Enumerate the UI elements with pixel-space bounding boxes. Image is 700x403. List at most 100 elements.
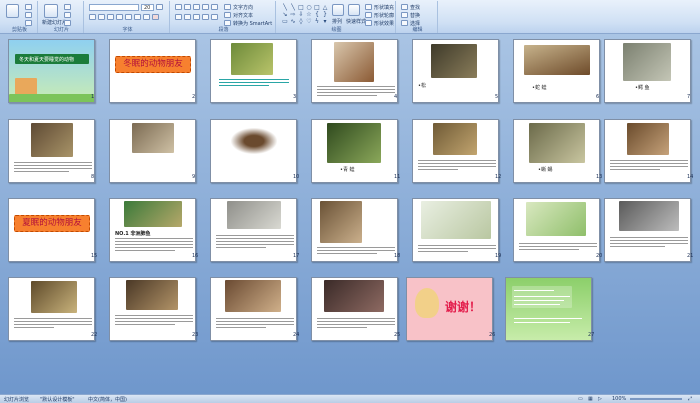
heart-shape-icon[interactable]: ♡ [305, 18, 313, 25]
slide-thumbnail-11[interactable]: •青 蛙 [311, 119, 398, 183]
slide-thumbnail-14[interactable] [604, 119, 691, 183]
slide-thumbnail-2[interactable]: 冬眠的动物朋友 [109, 39, 196, 103]
font-size-field[interactable]: 20 [141, 4, 154, 11]
italic-icon[interactable] [98, 14, 105, 20]
arrange-icon[interactable] [332, 4, 344, 16]
replace-icon[interactable] [401, 12, 408, 18]
slide-thumbnail-8[interactable] [8, 119, 95, 183]
new-slide-icon[interactable] [44, 4, 58, 18]
zoom-slider[interactable] [630, 398, 682, 400]
cut-icon[interactable] [25, 4, 32, 10]
callout-shape-icon[interactable]: ◊ [297, 18, 305, 25]
shape-outline-icon[interactable] [365, 12, 372, 18]
align-text-icon[interactable] [224, 12, 231, 18]
oval-shape-icon[interactable]: ○ [305, 4, 313, 11]
slide-thumbnail-23[interactable] [109, 277, 196, 341]
rectangle-shape-icon[interactable]: □ [297, 4, 305, 11]
line-spacing-icon[interactable] [211, 4, 218, 10]
char-spacing-icon[interactable] [134, 14, 141, 20]
shape-fill-icon[interactable] [365, 4, 372, 10]
find-button[interactable]: 查找 [410, 4, 420, 11]
wave-shape-icon[interactable]: ∿ [289, 18, 297, 25]
paste-icon[interactable] [6, 4, 19, 18]
shadow-icon[interactable] [125, 14, 132, 20]
slide-thumbnail-9[interactable] [109, 119, 196, 183]
columns-icon[interactable] [211, 14, 218, 20]
copy-icon[interactable] [25, 12, 32, 18]
text-direction-icon[interactable] [224, 4, 231, 10]
star-shape-icon[interactable]: ☆ [305, 11, 313, 18]
slide-thumbnail-18[interactable] [311, 198, 398, 262]
brace-shape-icon[interactable]: { [313, 11, 321, 18]
quick-styles-button[interactable]: 快速样式 [346, 18, 366, 25]
bullets-icon[interactable] [175, 4, 182, 10]
fit-window-icon[interactable]: ⤢ [688, 396, 692, 402]
arrow-shape-icon[interactable]: ⇨ [289, 11, 297, 18]
slide-thumbnail-27[interactable] [505, 277, 592, 341]
shape-outline-button[interactable]: 形状轮廓 [374, 12, 394, 19]
text-line [610, 160, 688, 161]
grow-font-icon[interactable] [156, 4, 163, 10]
slide-thumbnail-19[interactable] [412, 198, 499, 262]
strikethrough-icon[interactable] [116, 14, 123, 20]
align-center-icon[interactable] [184, 14, 191, 20]
text-line [14, 321, 92, 322]
layout-icon[interactable] [64, 4, 71, 10]
slide-sorter-icon[interactable]: ▦ [588, 396, 593, 402]
more-shapes-icon[interactable]: ▾ [321, 18, 329, 25]
line-shape-icon[interactable]: ╲ [281, 4, 289, 11]
slide-thumbnail-7[interactable]: •鳄 鱼 [604, 39, 691, 103]
rectangle-shape-icon[interactable]: □ [313, 4, 321, 11]
slide-thumbnail-17[interactable] [210, 198, 297, 262]
increase-indent-icon[interactable] [202, 4, 209, 10]
slide-thumbnail-25[interactable] [311, 277, 398, 341]
align-right-icon[interactable] [193, 14, 200, 20]
arrange-button[interactable]: 排列 [332, 18, 342, 25]
arrow-shape-icon[interactable]: ⇩ [297, 11, 305, 18]
find-icon[interactable] [401, 4, 408, 10]
align-text-button[interactable]: 对齐文本 [233, 12, 253, 19]
reset-icon[interactable] [64, 12, 71, 18]
font-color-icon[interactable] [152, 14, 159, 20]
rounded-rect-icon[interactable]: ▭ [281, 18, 289, 25]
slide-thumbnail-4[interactable] [311, 39, 398, 103]
slide-thumbnail-5[interactable]: •松 [412, 39, 499, 103]
slide-thumbnail-10[interactable] [210, 119, 297, 183]
slide-thumbnail-16[interactable]: NO.1 非洲肺鱼 [109, 198, 196, 262]
triangle-shape-icon[interactable]: △ [321, 4, 329, 11]
slide-thumbnail-15[interactable]: 夏眠的动物朋友 [8, 198, 95, 262]
slide-thumbnail-21[interactable] [604, 198, 691, 262]
font-name-field[interactable] [89, 4, 139, 11]
slide-sorter: 冬天和夏天要睡觉的动物 1 冬眠的动物朋友 2 3 4 •松 5 •蛇 蛙 6 … [0, 34, 700, 394]
slide-thumbnail-3[interactable] [210, 39, 297, 103]
align-left-icon[interactable] [175, 14, 182, 20]
arrow-shape-icon[interactable]: ↘ [281, 11, 289, 18]
line-shape-icon[interactable]: ╲ [289, 4, 297, 11]
slide-thumbnail-22[interactable] [8, 277, 95, 341]
numbering-icon[interactable] [184, 4, 191, 10]
slide-thumbnail-1[interactable]: 冬天和夏天要睡觉的动物 [8, 39, 95, 103]
replace-button[interactable]: 替换 [410, 12, 420, 19]
shape-fill-button[interactable]: 形状填充 [374, 4, 394, 11]
decrease-indent-icon[interactable] [193, 4, 200, 10]
lightning-shape-icon[interactable]: ϟ [313, 18, 321, 25]
normal-view-icon[interactable]: ▭ [578, 396, 583, 402]
quick-styles-icon[interactable] [348, 4, 360, 16]
slide-thumbnail-13[interactable]: •蜥 蜴 [513, 119, 600, 183]
shapes-gallery[interactable]: ╲ ╲ □ ○ □ △ ↘ ⇨ ⇩ ☆ { } ▭ ∿ ◊ ♡ ϟ ▾ [281, 4, 329, 25]
slide-thumbnail-26[interactable]: 谢谢！ [406, 277, 493, 341]
squirrel-photo [334, 42, 374, 82]
slide-thumbnail-20[interactable] [513, 198, 600, 262]
change-case-icon[interactable] [143, 14, 150, 20]
slide-number: 14 [687, 174, 694, 180]
slideshow-icon[interactable]: ▷ [598, 396, 602, 402]
brace-shape-icon[interactable]: } [321, 11, 329, 18]
underline-icon[interactable] [107, 14, 114, 20]
slide-thumbnail-12[interactable] [412, 119, 499, 183]
slide-thumbnail-24[interactable] [210, 277, 297, 341]
zoom-level[interactable]: 100% [612, 396, 626, 402]
text-direction-button[interactable]: 文字方向 [233, 4, 253, 11]
slide-thumbnail-6[interactable]: •蛇 蛙 [513, 39, 600, 103]
bold-icon[interactable] [89, 14, 96, 20]
justify-icon[interactable] [202, 14, 209, 20]
